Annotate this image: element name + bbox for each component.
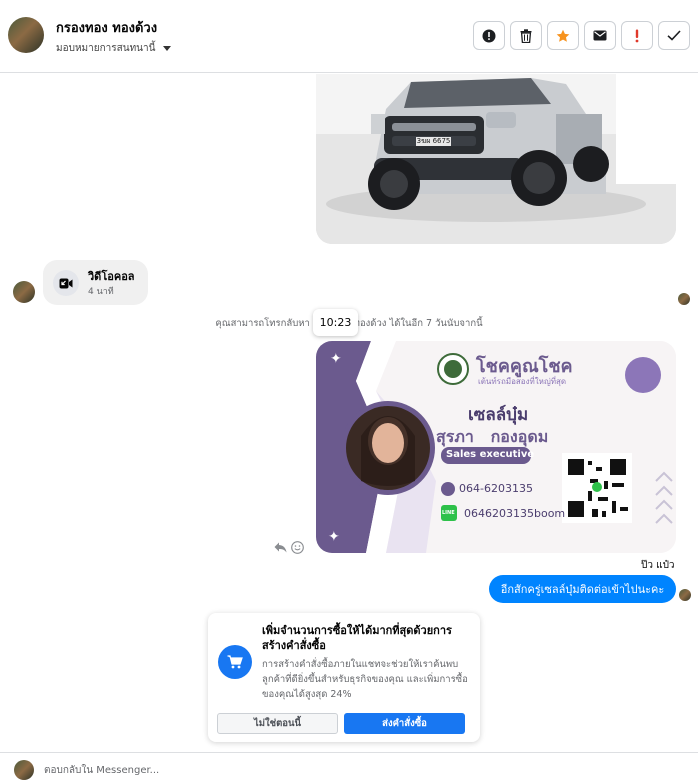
contact-name[interactable]: กรองทอง ทองด้วง — [56, 17, 157, 38]
messenger-inbox: กรองทอง ทองด้วง มอบหมายการสนทนานี้ 3ฆผ 6… — [0, 0, 698, 784]
card-line-badge: LINE — [442, 510, 455, 516]
card-line-id: 0646203135boom — [464, 507, 566, 520]
message-actions — [274, 541, 304, 554]
create-order-promo-card: เพิ่มจำนวนการซื้อให้ได้มากที่สุดด้วยการส… — [208, 613, 480, 742]
read-receipt-avatar — [679, 589, 691, 601]
shopping-cart-icon — [227, 655, 243, 669]
contact-avatar-small[interactable] — [13, 281, 35, 303]
outgoing-message-bubble[interactable]: อีกสักครู่เซลล์บุ๋มติดต่อเข้าไปนะคะ — [489, 575, 676, 603]
card-tagline: เต้นท์รถมือสองที่ใหญ่ที่สุด — [478, 377, 567, 386]
reply-input[interactable] — [44, 761, 684, 779]
svg-text:✦: ✦ — [328, 529, 340, 545]
star-button[interactable] — [547, 21, 579, 50]
license-plate-text: 3ฆผ 6675 — [416, 137, 451, 145]
assign-label: มอบหมายการสนทนานี้ — [56, 43, 156, 54]
caret-down-icon — [163, 46, 172, 51]
check-icon — [667, 30, 681, 41]
sales-card-image-message[interactable]: ✦ ✦ โชคคูณโชค เต้นท์รถมือสองที่ใหญ่ที่สุ… — [316, 341, 676, 553]
emoji-reaction-icon[interactable] — [291, 541, 304, 554]
video-call-icon-wrapper — [53, 270, 79, 296]
send-order-button[interactable]: ส่งคำสั่งซื้อ — [344, 713, 465, 734]
mail-icon — [593, 30, 607, 41]
video-call-bubble[interactable]: วิดีโอคอล 4 นาที — [43, 260, 148, 305]
card-fullname: สุรภา กองอุดม — [436, 427, 549, 446]
svg-text:✦: ✦ — [330, 351, 342, 367]
card-role: Sales executive — [446, 449, 535, 460]
page-avatar — [14, 760, 34, 780]
video-call-title: วิดีโอคอล — [88, 270, 135, 283]
not-now-button[interactable]: ไม่ใช่ตอนนี้ — [217, 713, 338, 734]
conversation-header: กรองทอง ทองด้วง มอบหมายการสนทนานี้ — [0, 0, 698, 73]
timestamp-tooltip: 10:23 — [313, 309, 358, 336]
info-button[interactable] — [473, 21, 505, 50]
delete-button[interactable] — [510, 21, 542, 50]
trash-icon — [520, 28, 532, 43]
card-nickname: เซลล์บุ๋ม — [468, 405, 529, 425]
promo-body: การสร้างคำสั่งซื้อภายในแชทจะช่วยให้เราค้… — [262, 659, 468, 700]
car-photo-message[interactable]: 3ฆผ 6675 — [316, 74, 676, 244]
reply-composer — [0, 752, 698, 784]
missed-video-call-icon — [59, 278, 73, 288]
conversation-toolbar — [473, 21, 690, 50]
contact-avatar[interactable] — [8, 17, 44, 53]
cart-icon-wrapper — [218, 645, 252, 679]
video-call-duration: 4 นาที — [88, 287, 114, 297]
alert-icon — [635, 29, 639, 42]
promo-title: เพิ่มจำนวนการซื้อให้ได้มากที่สุดด้วยการส… — [262, 624, 452, 652]
read-receipt-avatar — [678, 293, 690, 305]
sender-name: ป๊ว แป๋ว — [641, 560, 675, 571]
mark-done-button[interactable] — [658, 21, 690, 50]
reply-icon[interactable] — [274, 541, 287, 554]
assign-conversation-dropdown[interactable]: มอบหมายการสนทนานี้ — [56, 41, 172, 56]
card-phone: 064-6203135 — [459, 482, 533, 495]
mark-unread-button[interactable] — [584, 21, 616, 50]
mark-spam-button[interactable] — [621, 21, 653, 50]
star-icon — [556, 29, 570, 42]
info-icon — [482, 29, 496, 42]
pickup-truck-image — [316, 74, 676, 244]
